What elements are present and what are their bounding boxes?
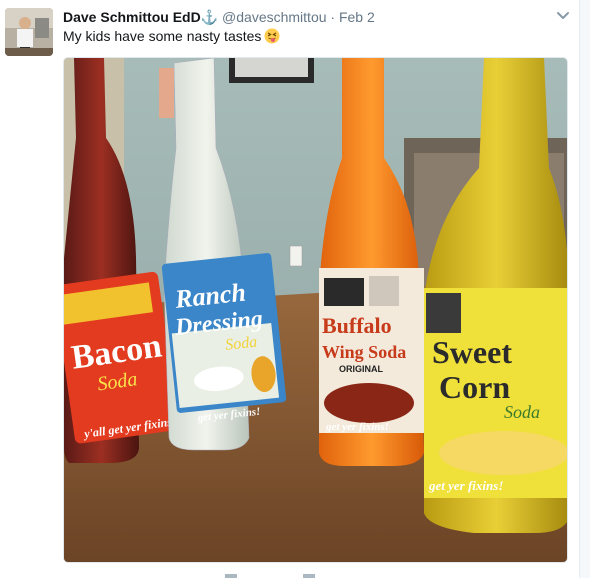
svg-text:Sweet: Sweet bbox=[432, 334, 512, 370]
chevron-down-icon[interactable] bbox=[554, 6, 572, 24]
svg-text:ORIGINAL: ORIGINAL bbox=[339, 364, 384, 374]
tweet-text: My kids have some nasty tastes bbox=[63, 27, 280, 45]
tweet-date[interactable]: Feb 2 bbox=[339, 9, 375, 25]
anchor-icon: ⚓ bbox=[200, 9, 219, 25]
svg-text:Buffalo: Buffalo bbox=[322, 313, 392, 338]
tweet[interactable]: Dave Schmittou EdD⚓ @daveschmittou · Feb… bbox=[0, 0, 580, 578]
user-handle[interactable]: @daveschmittou bbox=[222, 9, 326, 25]
avatar[interactable] bbox=[5, 8, 53, 56]
svg-text:get yer fixins!: get yer fixins! bbox=[428, 478, 503, 493]
svg-text:get yer fixins!: get yer fixins! bbox=[325, 421, 389, 433]
action-bar-hint bbox=[225, 574, 315, 578]
display-name[interactable]: Dave Schmittou EdD bbox=[63, 9, 201, 25]
face-with-tongue-emoji-icon bbox=[264, 28, 280, 44]
svg-text:Wing Soda: Wing Soda bbox=[322, 342, 406, 362]
tweet-photo[interactable]: Bacon Soda y'all get yer fixins! Ranch D… bbox=[63, 57, 568, 563]
tweet-text-content: My kids have some nasty tastes bbox=[63, 28, 262, 44]
tweet-header: Dave Schmittou EdD⚓ @daveschmittou · Feb… bbox=[63, 8, 375, 26]
separator-dot: · bbox=[330, 9, 336, 25]
avatar-image bbox=[5, 8, 53, 56]
scrollbar[interactable] bbox=[579, 0, 590, 578]
svg-text:Soda: Soda bbox=[504, 402, 540, 422]
svg-text:Corn: Corn bbox=[439, 369, 510, 405]
svg-text:Soda: Soda bbox=[224, 334, 258, 354]
soda-bottles-photo: Bacon Soda y'all get yer fixins! Ranch D… bbox=[64, 58, 567, 562]
